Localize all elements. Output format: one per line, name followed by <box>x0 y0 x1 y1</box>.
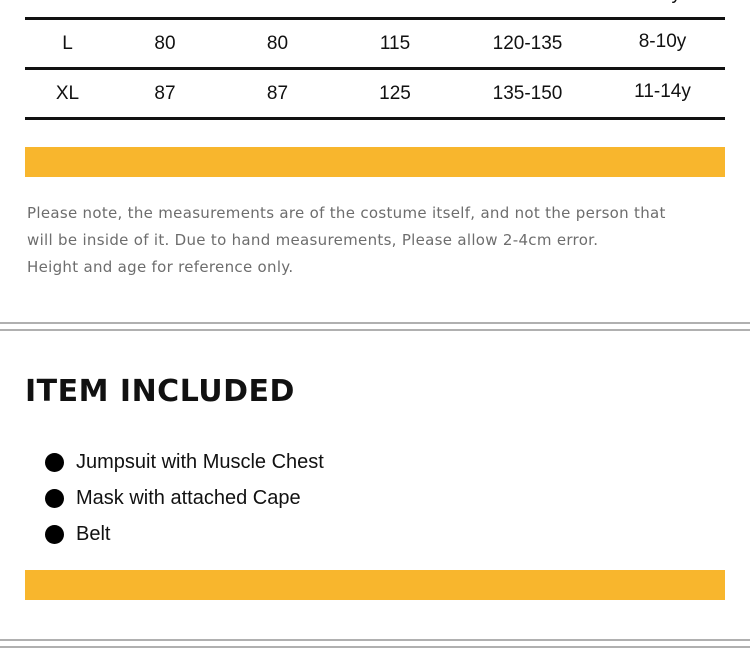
bullet-icon <box>45 524 64 544</box>
table-cell: 125 <box>379 82 411 104</box>
size-cell: L <box>62 32 73 54</box>
measurement-note: Please note, the measurements are of the… <box>27 200 727 281</box>
divider <box>0 329 750 331</box>
accent-bar <box>25 147 725 177</box>
table-cell: 87 <box>266 82 289 104</box>
note-line: will be inside of it. Due to hand measur… <box>27 231 599 249</box>
list-item: Belt <box>45 516 324 552</box>
divider <box>0 639 750 641</box>
note-line: Height and age for reference only. <box>27 258 294 276</box>
bullet-icon <box>45 488 64 508</box>
table-cell: 80 <box>266 32 289 54</box>
table-cell: 6-7y <box>600 0 725 5</box>
table-cell: 73 <box>220 0 335 5</box>
list-item: Mask with attached Cape <box>45 480 324 516</box>
table-cell: 73 <box>110 0 220 5</box>
table-row: XL 87 87 125 135-150 11-14y <box>25 70 725 120</box>
table-cell: 110-120 <box>455 0 600 5</box>
table-cell: 87 <box>154 82 176 104</box>
accent-bar <box>25 570 725 600</box>
table-row: L 80 80 115 120-135 8-10y <box>25 20 725 70</box>
table-cell: 80 <box>154 32 176 54</box>
item-label: Belt <box>76 522 111 545</box>
list-item: Jumpsuit with Muscle Chest <box>45 444 324 480</box>
table-cell: 135-150 <box>492 82 563 104</box>
size-cell: M <box>25 0 110 5</box>
items-list: Jumpsuit with Muscle Chest Mask with att… <box>45 444 324 552</box>
size-cell: XL <box>55 82 80 104</box>
table-row: M 73 73 105 110-120 6-7y <box>25 0 725 20</box>
section-title: ITEM INCLUDED <box>25 374 295 409</box>
divider <box>0 646 750 648</box>
table-cell: 105 <box>335 0 455 5</box>
item-label: Jumpsuit with Muscle Chest <box>76 450 324 473</box>
item-label: Mask with attached Cape <box>76 486 301 509</box>
table-cell: 120-135 <box>492 32 563 54</box>
table-cell: 8-10y <box>638 30 687 52</box>
table-cell: 115 <box>379 32 411 54</box>
table-cell: 11-14y <box>634 80 691 102</box>
size-table: M 73 73 105 110-120 6-7y L 80 80 115 120… <box>25 0 725 120</box>
divider <box>0 322 750 324</box>
note-line: Please note, the measurements are of the… <box>27 204 666 222</box>
bullet-icon <box>45 452 64 472</box>
